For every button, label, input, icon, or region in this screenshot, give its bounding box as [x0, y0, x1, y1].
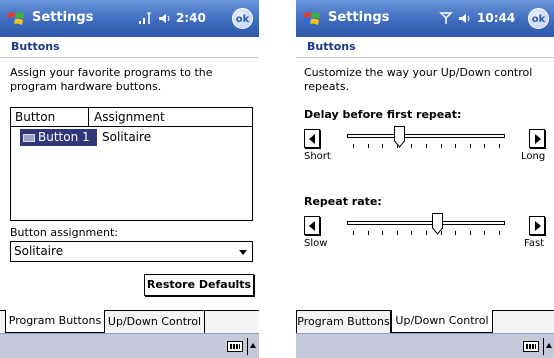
slider-tick	[484, 144, 486, 148]
slider-tick	[396, 231, 398, 235]
delay-max-label: Long	[521, 151, 546, 162]
rate-max-label: Fast	[524, 238, 545, 249]
slider-tick	[367, 231, 369, 235]
rate-label: Repeat rate:	[304, 195, 382, 208]
divider	[247, 338, 248, 355]
tab-strip: Program Buttons Up/Down Control	[296, 310, 554, 333]
slider-tick	[367, 144, 369, 148]
rate-increase-button[interactable]	[529, 216, 545, 235]
antenna-icon[interactable]	[439, 12, 453, 25]
program-buttons-screen: Settings 2:40 ok Buttons Assign your fav…	[0, 0, 259, 358]
ok-button[interactable]: ok	[232, 8, 253, 29]
slider-tick	[411, 231, 413, 235]
column-header-button[interactable]: Button	[11, 108, 89, 127]
slider-tick	[455, 231, 457, 235]
delay-decrease-button[interactable]	[304, 129, 320, 148]
slider-tick	[499, 231, 500, 235]
assignment-label: Button assignment:	[10, 226, 119, 239]
volume-icon[interactable]	[158, 12, 172, 25]
button-cell[interactable]: Button 1	[20, 129, 97, 146]
arrow-left-icon	[309, 221, 315, 231]
page-header: Buttons	[0, 37, 259, 58]
delay-slider-track[interactable]	[347, 134, 505, 138]
slider-tick	[426, 144, 427, 148]
slider-tick	[440, 144, 442, 148]
chevron-up-icon[interactable]	[546, 343, 552, 348]
slider-tick	[382, 144, 384, 148]
tab-up-down-control[interactable]: Up/Down Control	[391, 310, 493, 333]
chevron-down-icon	[239, 250, 247, 255]
page-title: Buttons	[307, 40, 356, 53]
signal-icon[interactable]	[138, 12, 152, 25]
slider-tick	[484, 231, 486, 235]
delay-min-label: Short	[304, 151, 331, 162]
command-bar	[0, 333, 259, 358]
delay-increase-button[interactable]	[529, 129, 545, 148]
slider-tick	[426, 231, 427, 235]
slider-tick	[469, 231, 471, 235]
ok-button[interactable]: ok	[528, 8, 549, 29]
arrow-left-icon	[309, 134, 315, 144]
slider-tick	[353, 144, 354, 148]
command-bar	[296, 333, 554, 358]
slider-tick	[455, 144, 457, 148]
page-header: Buttons	[296, 37, 554, 58]
button-name: Button 1	[38, 130, 90, 144]
up-down-control-screen: Settings 10:44 ok Buttons Customize the …	[296, 0, 554, 358]
column-header-assignment[interactable]: Assignment	[89, 108, 252, 127]
slider-tick	[499, 144, 500, 148]
assignment-cell[interactable]: Solitaire	[102, 130, 151, 144]
slider-tick	[353, 231, 354, 235]
keyboard-icon[interactable]	[523, 341, 539, 352]
app-title: Settings	[328, 10, 390, 25]
delay-slider-thumb[interactable]	[394, 126, 406, 148]
table-row[interactable]: Button 1 Solitaire	[11, 128, 252, 146]
tab-up-down-control[interactable]: Up/Down Control	[105, 310, 205, 333]
title-bar: Settings 2:40 ok	[0, 0, 259, 37]
restore-defaults-button[interactable]: Restore Defaults	[144, 274, 254, 296]
table-header: Button Assignment	[11, 108, 252, 127]
buttons-table[interactable]: Button Assignment Button 1 Solitaire	[10, 107, 253, 221]
rate-slider-thumb[interactable]	[432, 213, 444, 235]
assignment-dropdown[interactable]: Solitaire	[10, 241, 253, 262]
delay-label: Delay before first repeat:	[304, 108, 462, 121]
description: Customize the way your Up/Down control r…	[304, 66, 533, 93]
page-title: Buttons	[11, 40, 60, 53]
app-title: Settings	[32, 10, 94, 25]
slider-tick	[382, 231, 384, 235]
slider-tick	[411, 144, 413, 148]
description: Assign your favorite programs to the pro…	[10, 66, 213, 93]
keyboard-icon[interactable]	[227, 341, 243, 352]
rate-min-label: Slow	[304, 238, 328, 249]
arrow-right-icon	[535, 134, 541, 144]
clock[interactable]: 2:40	[176, 11, 206, 25]
rate-slider-track[interactable]	[347, 221, 505, 225]
volume-icon[interactable]	[458, 12, 472, 25]
arrow-right-icon	[535, 221, 541, 231]
start-menu-icon[interactable]	[5, 8, 27, 30]
tab-program-buttons[interactable]: Program Buttons	[5, 310, 105, 333]
chevron-up-icon[interactable]	[250, 343, 256, 348]
divider	[543, 338, 544, 355]
tab-strip: Program Buttons Up/Down Control	[0, 310, 259, 333]
clock[interactable]: 10:44	[477, 11, 515, 25]
title-bar: Settings 10:44 ok	[296, 0, 554, 37]
slider-tick	[469, 144, 471, 148]
start-menu-icon[interactable]	[301, 8, 323, 30]
rate-decrease-button[interactable]	[304, 216, 320, 235]
hardware-button-icon	[23, 134, 35, 142]
tab-program-buttons[interactable]: Program Buttons	[296, 310, 391, 333]
assignment-value: Solitaire	[14, 244, 64, 258]
